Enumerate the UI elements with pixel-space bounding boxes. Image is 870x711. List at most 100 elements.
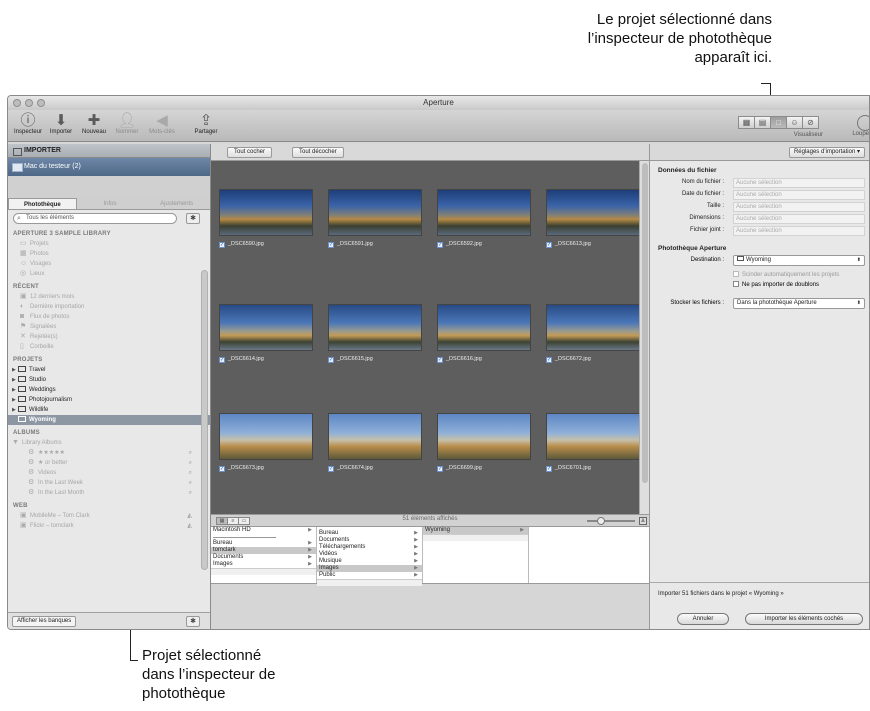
tab-info[interactable]: Infos (77, 198, 144, 209)
sidebar-item-photo-stream[interactable]: ◙ Flux de photos (8, 312, 210, 322)
thumbnail[interactable]: ✓ _DSC6592.jpg (437, 189, 531, 248)
list-item[interactable]: Vidéos ▶ (317, 551, 422, 558)
photo-preview[interactable] (328, 413, 422, 460)
thumbnail[interactable]: ✓ _DSC6615.jpg (328, 304, 422, 363)
list-item[interactable]: Images ▶ (211, 561, 316, 568)
thumbnail[interactable]: ✓ _DSC6674.jpg (328, 413, 422, 472)
checkbox-checked-icon[interactable]: ✓ (219, 242, 225, 248)
import-settings-popup[interactable]: Réglages d’importation ▾ (788, 147, 865, 158)
checkbox-checked-icon[interactable]: ✓ (546, 357, 552, 363)
list-item[interactable]: Public ▶ (317, 572, 422, 579)
checkbox-checked-icon[interactable]: ✓ (219, 466, 225, 472)
sidebar-item-last-import[interactable]: ◐ Dernière importation (8, 302, 210, 312)
list-item[interactable]: Wyoming ▶ (423, 527, 528, 534)
album-library-albums[interactable]: ▼ Library Albums (8, 438, 210, 448)
photo-preview[interactable] (328, 189, 422, 236)
project-item-studio[interactable]: ▶ Studio (8, 375, 210, 385)
grid-view-icon[interactable]: ▦ (738, 116, 755, 129)
project-item-wyoming-selected[interactable]: Wyoming (8, 415, 210, 425)
thumbnail[interactable]: ✓ _DSC6590.jpg (219, 189, 313, 248)
checkbox-checked-icon[interactable]: ✓ (437, 242, 443, 248)
checkbox-checked-icon[interactable]: ✓ (328, 466, 334, 472)
inspector-button[interactable]: ⓘ Inspecteur (10, 112, 46, 135)
checkbox-checked-icon[interactable]: ✓ (219, 357, 225, 363)
album-five-stars[interactable]: ⚙ ★★★★★ ⌕ (8, 448, 210, 458)
album-one-star-or-better[interactable]: ⚙ ★ or better ⌕ (8, 458, 210, 468)
checkbox-checked-icon[interactable]: ✓ (546, 242, 552, 248)
thumbnail-size-slider[interactable] (587, 517, 635, 525)
photo-preview[interactable] (219, 189, 313, 236)
import-button[interactable]: ⬇ Importer (43, 112, 79, 135)
person-small-icon[interactable]: ♙ (639, 517, 647, 525)
photo-preview[interactable] (437, 413, 531, 460)
split-projects-checkbox[interactable]: Scinder automatiquement les projets (733, 271, 839, 279)
faces-view-icon[interactable]: ☺ (786, 116, 803, 129)
uncheck-all-button[interactable]: Tout décocher (292, 147, 344, 158)
list-item[interactable]: Images ▶ (317, 565, 422, 572)
share-button[interactable]: ⇪ Partager (188, 112, 224, 135)
sidebar-scrollbar[interactable] (201, 270, 208, 570)
web-item-flickr[interactable]: ▣ Flickr – tomclark ◭ (8, 521, 210, 531)
thumbnail[interactable]: ✓ _DSC6616.jpg (437, 304, 531, 363)
photo-preview[interactable] (328, 304, 422, 351)
cancel-button[interactable]: Annuler (677, 613, 729, 625)
list-item[interactable]: Téléchargements ▶ (317, 544, 422, 551)
photo-preview[interactable] (437, 304, 531, 351)
action-gear-icon[interactable]: ✱ (186, 616, 200, 627)
thumbnail[interactable]: ✓ _DSC6673.jpg (219, 413, 313, 472)
no-duplicates-checkbox[interactable]: Ne pas importer de doublons (733, 281, 819, 289)
list-item[interactable]: Bureau ▶ (317, 530, 422, 537)
thumbnail[interactable]: ✓ _DSC6591.jpg (328, 189, 422, 248)
project-item-travel[interactable]: ▶ Travel (8, 365, 210, 375)
photo-preview[interactable] (219, 413, 313, 460)
close-button[interactable] (13, 99, 21, 107)
album-videos[interactable]: ⚙ Videos ⌕ (8, 468, 210, 478)
sidebar-item-places[interactable]: ◎ Lieux (8, 269, 210, 279)
photo-preview[interactable] (546, 189, 640, 236)
checkbox-checked-icon[interactable]: ✓ (328, 357, 334, 363)
checkbox-checked-icon[interactable]: ✓ (328, 242, 334, 248)
sidebar-item-faces[interactable]: ☺ Visages (8, 259, 210, 269)
new-button[interactable]: ✚ Nouveau (76, 112, 112, 135)
project-item-weddings[interactable]: ▶ Weddings (8, 385, 210, 395)
photo-preview[interactable] (546, 304, 640, 351)
list-item[interactable]: Documents ▶ (211, 554, 316, 561)
checkbox-checked-icon[interactable]: ✓ (546, 466, 552, 472)
name-button[interactable]: 👤︎ Nommer (109, 112, 145, 135)
store-files-popup[interactable]: Dans la photothèque Aperture ⬍ (733, 298, 865, 309)
list-item[interactable]: Macintosh HD ▶ (211, 527, 316, 534)
sidebar-item-flagged[interactable]: ⚑ Signalées (8, 322, 210, 332)
sidebar-item-last-12-months[interactable]: ▣ 12 derniers mois (8, 292, 210, 302)
device-item[interactable]: Mac du testeur (2) (8, 158, 210, 176)
import-checked-button[interactable]: Importer les éléments cochés (745, 613, 863, 625)
album-last-month[interactable]: ⚙ In the Last Month ⌕ (8, 488, 210, 498)
disclosure-open-icon[interactable]: ▼ (12, 438, 22, 448)
project-item-photojournalism[interactable]: ▶ Photojournalism (8, 395, 210, 405)
photo-preview[interactable] (437, 189, 531, 236)
album-last-week[interactable]: ⚙ In the Last Week ⌕ (8, 478, 210, 488)
thumbnail[interactable]: ✓ _DSC6672.jpg (546, 304, 640, 363)
viewer-view-icon[interactable]: □ (770, 116, 787, 129)
thumbnail[interactable]: ✓ _DSC6701.jpg (546, 413, 640, 472)
loupe-button[interactable]: Loupe (849, 115, 869, 137)
check-all-button[interactable]: Tout cocher (227, 147, 273, 158)
web-item-mobileme[interactable]: ▣ MobileMe – Tom Clark ◭ (8, 511, 210, 521)
list-item[interactable]: Bureau ▶ (211, 540, 316, 547)
sidebar-item-photos[interactable]: ▦ Photos (8, 249, 210, 259)
tab-library[interactable]: Photothèque (8, 198, 77, 209)
places-view-icon[interactable]: ⊘ (802, 116, 819, 129)
grid-scrollbar[interactable] (639, 161, 649, 514)
thumbnail[interactable]: ✓ _DSC6613.jpg (546, 189, 640, 248)
minimize-button[interactable] (25, 99, 33, 107)
destination-popup[interactable]: Wyoming ⬍ (733, 255, 865, 266)
sidebar-item-projects[interactable]: ▭ Projets (8, 239, 210, 249)
sidebar-item-rejected[interactable]: ✕ Rejetée(s) (8, 332, 210, 342)
zoom-button[interactable] (37, 99, 45, 107)
keywords-button[interactable]: ◀ Mots-clés (144, 112, 180, 135)
grid-scroll-thumb[interactable] (642, 163, 648, 483)
thumbnail[interactable]: ✓ _DSC6614.jpg (219, 304, 313, 363)
split-view-icon[interactable]: ▤ (754, 116, 771, 129)
checkbox-checked-icon[interactable]: ✓ (437, 357, 443, 363)
show-vaults-button[interactable]: Afficher les banques (12, 616, 77, 627)
tab-adjustments[interactable]: Ajustements (143, 198, 210, 209)
